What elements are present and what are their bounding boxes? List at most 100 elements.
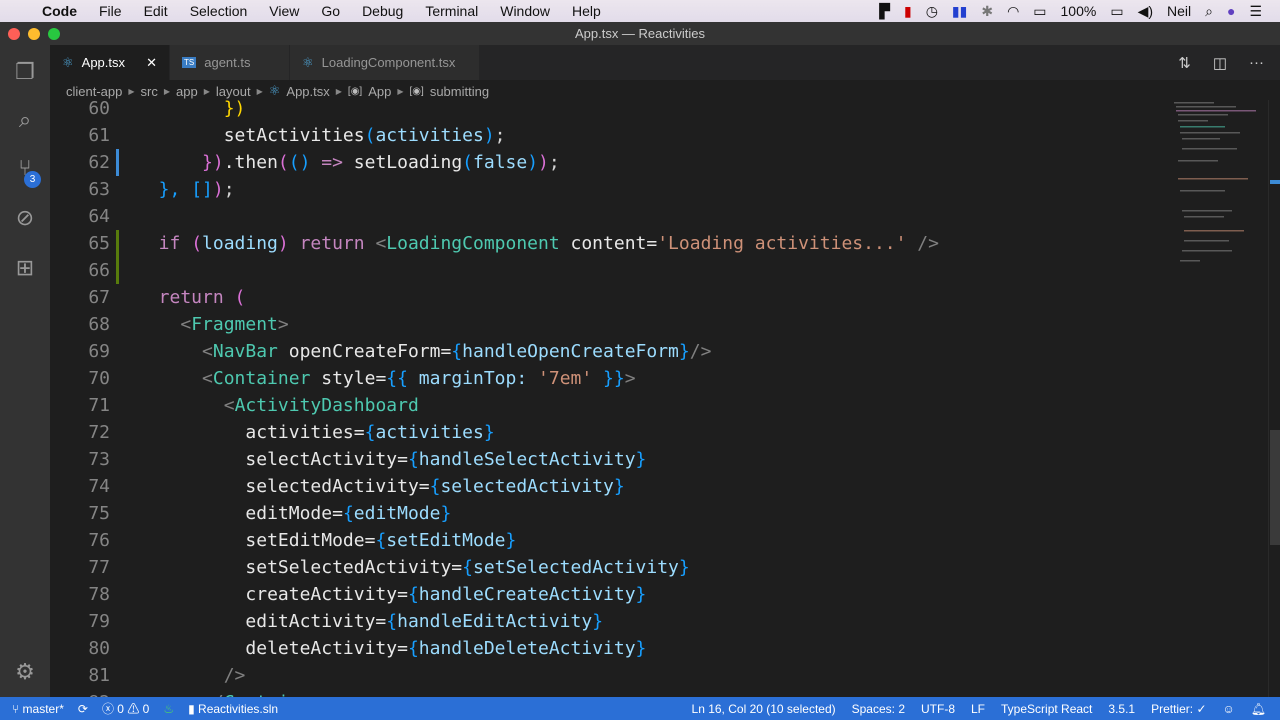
battery-percent[interactable]: 100% <box>1061 3 1097 19</box>
code-line[interactable]: 62}).then(() => setLoading(false)); <box>50 149 1170 176</box>
code-line[interactable]: 82 </Container> <box>50 689 1170 697</box>
sync-icon[interactable]: ⟳ <box>78 702 88 716</box>
code-text: }).then(() => setLoading(false)); <box>202 149 560 176</box>
bluetooth-icon[interactable]: ✱ <box>981 3 993 20</box>
menu-help[interactable]: Help <box>572 3 601 19</box>
line-number: 61 <box>88 125 110 146</box>
prettier-status[interactable]: Prettier: ✓ <box>1151 702 1206 716</box>
battery-icon[interactable]: ▭ <box>1110 3 1123 20</box>
layout-app-icon[interactable]: ▮▮ <box>952 3 967 20</box>
code-line[interactable]: 74 selectedActivity={selectedActivity} <box>50 473 1170 500</box>
code-line[interactable]: 79 editActivity={handleEditActivity} <box>50 608 1170 635</box>
minimap[interactable] <box>1172 100 1262 280</box>
git-change-marker[interactable] <box>116 149 119 176</box>
cursor-position[interactable]: Ln 16, Col 20 (10 selected) <box>692 702 836 716</box>
close-window-button[interactable] <box>8 28 20 40</box>
code-token: /> <box>906 233 939 254</box>
menu-selection[interactable]: Selection <box>190 3 248 19</box>
line-number: 72 <box>88 422 110 443</box>
notification-center-icon[interactable]: ☰ <box>1249 3 1262 20</box>
code-token: () <box>288 152 311 173</box>
extensions-icon[interactable]: ⊞ <box>12 255 38 281</box>
code-line[interactable]: 73 selectActivity={handleSelectActivity} <box>50 446 1170 473</box>
wifi-icon[interactable]: ◠ <box>1007 3 1019 20</box>
menu-go[interactable]: Go <box>321 3 340 19</box>
search-icon[interactable]: ⌕ <box>12 107 38 133</box>
minimize-window-button[interactable] <box>28 28 40 40</box>
debug-icon[interactable]: ⊘ <box>12 205 38 231</box>
code-line[interactable]: 68 <Fragment> <box>50 311 1170 338</box>
menu-terminal[interactable]: Terminal <box>425 3 478 19</box>
code-line[interactable]: 78 createActivity={handleCreateActivity} <box>50 581 1170 608</box>
explorer-icon[interactable]: ❐ <box>12 59 38 85</box>
code-line[interactable]: 77 setSelectedActivity={setSelectedActivi… <box>50 554 1170 581</box>
flame-icon[interactable]: ♨ <box>163 702 174 716</box>
code-token: > <box>624 368 636 389</box>
paint-roller-icon[interactable]: ▛ <box>879 3 890 20</box>
code-token: selectActivity= <box>245 449 408 470</box>
menu-file[interactable]: File <box>99 3 122 19</box>
code-token: setSelectedActivity <box>472 557 679 578</box>
maximize-window-button[interactable] <box>48 28 60 40</box>
menu-app[interactable]: Code <box>42 3 77 19</box>
code-line[interactable]: 71 <ActivityDashboard <box>50 392 1170 419</box>
notifications-bell-icon[interactable]: 🔔︎ <box>1251 702 1266 716</box>
language-mode[interactable]: TypeScript React <box>1001 702 1092 716</box>
tab-agent-ts[interactable]: TS agent.ts <box>170 45 290 80</box>
feedback-smiley-icon[interactable]: ☺ <box>1223 702 1235 716</box>
menu-edit[interactable]: Edit <box>144 3 168 19</box>
film-icon[interactable]: ▮ <box>904 3 912 20</box>
editor-scrollbar[interactable] <box>1268 100 1280 697</box>
code-token: false <box>473 152 528 173</box>
line-number: 81 <box>88 665 110 686</box>
settings-gear-icon[interactable]: ⚙ <box>12 659 38 685</box>
tab-loading-component[interactable]: ⚛ LoadingComponent.tsx <box>290 45 480 80</box>
volume-icon[interactable]: ◀) <box>1138 3 1153 20</box>
git-branch[interactable]: ⑂ master* <box>12 702 64 716</box>
airplay-icon[interactable]: ▭ <box>1033 3 1046 20</box>
menu-debug[interactable]: Debug <box>362 3 403 19</box>
scrollbar-thumb[interactable] <box>1270 430 1280 545</box>
time-machine-icon[interactable]: ◷ <box>926 3 938 20</box>
siri-icon[interactable]: ● <box>1227 3 1235 19</box>
menu-window[interactable]: Window <box>500 3 550 19</box>
code-line[interactable]: 72 activities={activities} <box>50 419 1170 446</box>
tab-label: App.tsx <box>81 55 126 70</box>
code-token: { <box>375 530 387 551</box>
typescript-version[interactable]: 3.5.1 <box>1108 702 1135 716</box>
git-change-marker[interactable] <box>116 257 119 284</box>
code-line[interactable]: 63}, []); <box>50 176 1170 203</box>
user-name[interactable]: Neil <box>1167 3 1191 19</box>
code-line[interactable]: 70 <Container style={{ marginTop: '7em' }… <box>50 365 1170 392</box>
split-editor-icon[interactable]: ◫ <box>1213 54 1227 72</box>
code-line[interactable]: 64 <box>50 203 1170 230</box>
solution-indicator[interactable]: ▮ Reactivities.sln <box>188 702 278 716</box>
code-line[interactable]: 67 return ( <box>50 284 1170 311</box>
code-line[interactable]: 60}) <box>50 96 1170 122</box>
code-line[interactable]: 66 <box>50 257 1170 284</box>
code-line[interactable]: 69 <NavBar openCreateForm={handleOpenCrea… <box>50 338 1170 365</box>
code-text: <Container style={{ marginTop: '7em' }}> <box>202 365 636 392</box>
line-number: 78 <box>88 584 110 605</box>
tab-app-tsx[interactable]: ⚛ App.tsx ✕ <box>50 45 170 80</box>
open-changes-icon[interactable]: ⇅ <box>1178 54 1191 72</box>
code-token: } <box>678 341 690 362</box>
code-line[interactable]: 76 setEditMode={setEditMode} <box>50 527 1170 554</box>
more-actions-icon[interactable]: ··· <box>1249 54 1264 71</box>
code-token: ) <box>538 152 549 173</box>
indentation[interactable]: Spaces: 2 <box>852 702 905 716</box>
code-text: if (loading) return <LoadingComponent co… <box>159 230 939 257</box>
code-line[interactable]: 80 deleteActivity={handleDeleteActivity} <box>50 635 1170 662</box>
menu-view[interactable]: View <box>269 3 299 19</box>
code-editor[interactable]: 60}) 61 setActivities(activities); 62}).the… <box>50 96 1280 697</box>
line-ending[interactable]: LF <box>971 702 985 716</box>
code-line[interactable]: 75 editMode={editMode} <box>50 500 1170 527</box>
git-change-marker[interactable] <box>116 230 119 257</box>
code-line[interactable]: 65 if (loading) return <LoadingComponent … <box>50 230 1170 257</box>
close-tab-icon[interactable]: ✕ <box>146 55 157 71</box>
problems-indicator[interactable]: ⓧ 0 ⚠ 0 <box>102 700 149 717</box>
code-line[interactable]: 61 setActivities(activities); <box>50 122 1170 149</box>
encoding[interactable]: UTF-8 <box>921 702 955 716</box>
spotlight-search-icon[interactable]: ⌕ <box>1205 3 1213 20</box>
code-line[interactable]: 81 /> <box>50 662 1170 689</box>
